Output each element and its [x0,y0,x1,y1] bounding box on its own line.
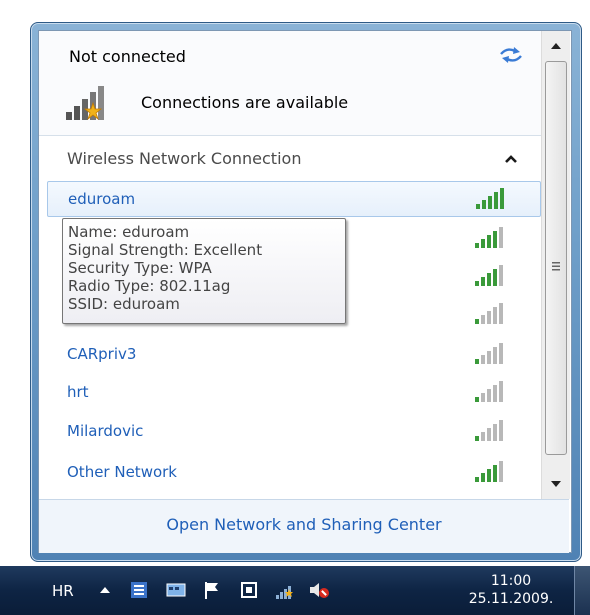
keyboard-app-icon[interactable] [165,579,187,601]
taskbar: HR 11:00 25.11.2009. [0,566,590,615]
network-item-eduroam[interactable]: eduroam [47,181,541,217]
signal-icon [475,343,503,364]
scroll-thumb[interactable] [545,61,567,455]
tooltip-security: Security Type: WPA [68,259,212,277]
clock-date: 25.11.2009. [468,591,554,607]
connections-available-icon [66,86,104,121]
network-item-carpriv3[interactable]: CARpriv3 [47,337,539,371]
tooltip-signal: Signal Strength: Excellent [68,241,263,259]
tooltip-name: Name: eduroam [68,223,190,241]
signal-icon [475,461,503,482]
header: Not connected Connections are available [39,31,541,135]
footer: Open Network and Sharing Center [39,499,569,553]
signal-icon [475,265,503,286]
connections-available-text: Connections are available [141,93,349,112]
signal-icon [475,303,503,324]
section-title: Wireless Network Connection [67,149,302,168]
network-item-milardovic[interactable]: Milardovic [47,414,539,448]
network-name: Milardovic [67,422,144,440]
show-hidden-icons[interactable] [94,579,116,601]
show-desktop-button[interactable] [574,566,590,615]
tooltip-radio: Radio Type: 802.11ag [68,277,231,295]
scroll-up-button[interactable] [545,35,567,57]
signal-icon [475,420,503,441]
refresh-icon[interactable] [497,45,525,65]
list-app-icon[interactable] [128,579,150,601]
volume-muted-icon[interactable] [308,579,330,601]
tooltip-ssid: SSID: eduroam [68,295,180,313]
network-name: eduroam [68,190,136,208]
signal-icon [476,188,504,209]
network-item-hrt[interactable]: hrt [47,375,539,409]
network-icon[interactable] [274,579,296,601]
network-tooltip: Name: eduroam Signal Strength: Excellent… [62,218,346,324]
signal-icon [475,227,503,248]
grip-icon [552,262,560,271]
collapse-icon[interactable] [505,154,517,164]
open-network-sharing-center-link[interactable]: Open Network and Sharing Center [39,515,569,534]
scroll-down-button[interactable] [545,473,567,495]
action-center-icon[interactable] [201,579,223,601]
network-item-other[interactable]: Other Network [47,455,539,489]
signal-icon [475,381,503,402]
network-name: CARpriv3 [67,345,137,363]
taskbar-clock[interactable]: 11:00 25.11.2009. [456,572,566,608]
connection-status: Not connected [69,47,186,66]
scrollbar[interactable] [541,31,570,499]
network-name: hrt [67,383,89,401]
device-icon[interactable] [238,579,260,601]
language-indicator[interactable]: HR [52,582,74,600]
wireless-section-header[interactable]: Wireless Network Connection [39,135,541,182]
network-name: Other Network [67,463,177,481]
clock-time: 11:00 [490,573,532,589]
